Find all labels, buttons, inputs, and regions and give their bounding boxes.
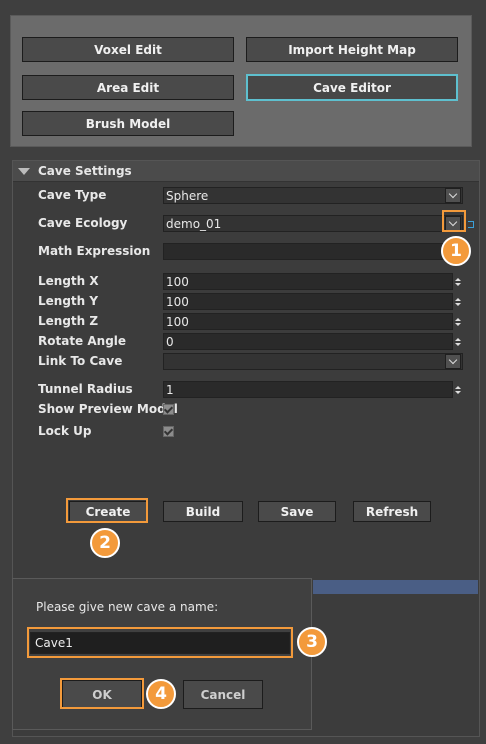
length-x-input[interactable]: 100: [163, 273, 453, 290]
link-to-cave-dropdown[interactable]: [163, 353, 463, 370]
length-y-spinner[interactable]: [453, 293, 463, 310]
build-button[interactable]: Build: [163, 501, 243, 522]
callout-badge-2: 2: [90, 528, 120, 558]
rotate-angle-input[interactable]: 0: [163, 333, 453, 350]
chevron-down-icon[interactable]: [445, 354, 461, 369]
cave-editor-button[interactable]: Cave Editor: [246, 74, 458, 101]
refresh-button[interactable]: Refresh: [353, 501, 431, 522]
length-x-label: Length X: [38, 274, 99, 288]
callout-badge-3: 3: [297, 627, 327, 657]
brush-model-button[interactable]: Brush Model: [22, 111, 234, 136]
rotate-angle-label: Rotate Angle: [38, 334, 127, 348]
tunnel-radius-label: Tunnel Radius: [38, 382, 133, 396]
side-marker: [468, 221, 474, 228]
callout-badge-1: 1: [441, 236, 471, 266]
cave-settings-title: Cave Settings: [38, 164, 132, 178]
cave-type-label: Cave Type: [38, 188, 107, 202]
cave-ecology-value: demo_01: [166, 216, 222, 231]
length-z-spinner[interactable]: [453, 313, 463, 330]
voxel-edit-button[interactable]: Voxel Edit: [22, 37, 234, 62]
highlight-create-button: [66, 498, 148, 523]
lock-up-checkbox[interactable]: [163, 426, 174, 437]
chevron-down-icon[interactable]: [445, 188, 461, 203]
rotate-angle-spinner[interactable]: [453, 333, 463, 350]
highlight-ecology-dropdown: [442, 210, 466, 232]
link-to-cave-label: Link To Cave: [38, 354, 123, 368]
cave-type-value: Sphere: [166, 188, 209, 203]
mode-panel: Voxel Edit Import Height Map Area Edit C…: [10, 15, 472, 147]
save-button[interactable]: Save: [258, 501, 336, 522]
lock-up-label: Lock Up: [38, 424, 92, 438]
length-z-input[interactable]: 100: [163, 313, 453, 330]
show-preview-model-label: Show Preview Model: [38, 402, 178, 416]
dialog-prompt: Please give new cave a name:: [36, 600, 219, 614]
cave-ecology-dropdown[interactable]: demo_01: [163, 215, 463, 232]
show-preview-model-checkbox[interactable]: [163, 404, 174, 415]
collapse-triangle-icon[interactable]: [18, 167, 30, 175]
cave-ecology-label: Cave Ecology: [38, 216, 128, 230]
length-z-label: Length Z: [38, 314, 99, 328]
tunnel-radius-spinner[interactable]: [453, 381, 463, 398]
highlight-ok-button: [60, 678, 144, 709]
length-y-input[interactable]: 100: [163, 293, 453, 310]
callout-badge-4: 4: [146, 679, 176, 709]
math-expression-label: Math Expression: [38, 244, 151, 258]
cancel-button[interactable]: Cancel: [183, 680, 263, 709]
selection-bar: [313, 580, 478, 594]
length-x-spinner[interactable]: [453, 273, 463, 290]
import-height-map-button[interactable]: Import Height Map: [246, 37, 458, 62]
length-y-label: Length Y: [38, 294, 99, 308]
area-edit-button[interactable]: Area Edit: [22, 75, 234, 100]
cave-type-dropdown[interactable]: Sphere: [163, 187, 463, 204]
highlight-name-input: [27, 627, 293, 658]
tunnel-radius-input[interactable]: 1: [163, 381, 453, 398]
math-expression-input[interactable]: [163, 243, 463, 260]
cave-settings-header[interactable]: Cave Settings: [13, 161, 479, 182]
